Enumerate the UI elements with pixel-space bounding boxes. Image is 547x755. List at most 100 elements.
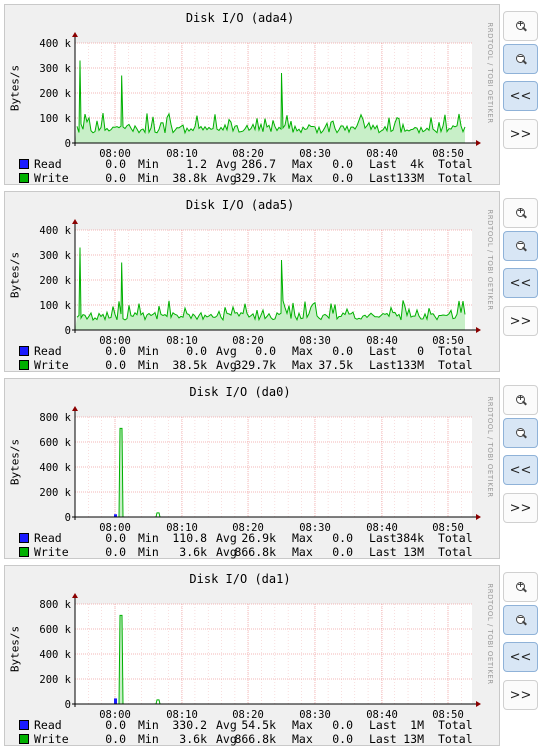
legend-value: 329.7k [234, 171, 276, 185]
legend-value: 1.2 [186, 157, 207, 171]
zoom-in-icon: + [514, 392, 527, 407]
legend-stat-label: Avg [216, 718, 237, 732]
zoom-in-button[interactable]: + [503, 385, 538, 415]
legend-stat-label: Avg [216, 157, 237, 171]
graph-panel: Disk I/O (ada5) Bytes/s RRDTOOL / TOBI OET… [4, 191, 500, 372]
legend-row-write: Write 0.0 Min 3.6k Avg 866.8k Max 0.0 Last 13M Tot… [19, 545, 479, 559]
legend-stat-label: Max [292, 545, 313, 559]
back-button[interactable]: << [503, 268, 538, 298]
legend-stat-label: Min [138, 171, 159, 185]
legend-swatch [19, 720, 29, 730]
legend-stat-label: Last [369, 171, 397, 185]
legend-row-write: Write 0.0 Min 38.5k Avg 329.7k Max 37.5k Last 133… [19, 358, 479, 372]
legend-stat-label: Last [369, 531, 397, 545]
legend-stat-label: Total [438, 344, 473, 358]
legend-value: 384k [396, 531, 424, 545]
write-spike [118, 614, 124, 705]
legend: Read 0.0 Min 1.2 Avg 286.7 Max 0.0 Last 4k Total Wr… [19, 157, 479, 185]
graph-panel: Disk I/O (da1) Bytes/s RRDTOOL / TOBI OETI… [4, 565, 500, 746]
back-label: << [509, 649, 532, 665]
y-tick-label: 400 k [39, 225, 71, 237]
zoom-out-button[interactable]: − [503, 605, 538, 635]
legend-row-write: Write 0.0 Min 3.6k Avg 866.8k Max 0.0 Last 13M Tot… [19, 732, 479, 746]
zoom-out-button[interactable]: − [503, 231, 538, 261]
legend-row-read: Read 0.0 Min 330.2 Avg 54.5k Max 0.0 Last 1M Total [19, 718, 479, 732]
legend-stat-label: Total [438, 157, 473, 171]
zoom-symbol: + [517, 18, 524, 28]
legend-stat-label: Last [369, 732, 397, 746]
zoom-in-button[interactable]: + [503, 198, 538, 228]
legend-row-write: Write 0.0 Min 38.8k Avg 329.7k Max 0.0 Last 133M T… [19, 171, 479, 185]
x-axis-arrow [476, 140, 481, 146]
x-axis-arrow [476, 327, 481, 333]
forward-button[interactable]: >> [503, 119, 538, 149]
legend-value: 286.7 [241, 157, 276, 171]
legend-value: 866.8k [234, 732, 276, 746]
legend-swatch [19, 159, 29, 169]
legend-stat-label: Last [369, 157, 397, 171]
y-axis-arrow [72, 593, 78, 598]
legend-stat-label: Last [369, 545, 397, 559]
zoom-in-button[interactable]: + [503, 572, 538, 602]
forward-button[interactable]: >> [503, 680, 538, 710]
legend-value: 133M [396, 358, 424, 372]
legend-value: 0.0 [105, 344, 126, 358]
legend-series-name: Read [34, 344, 62, 358]
forward-button[interactable]: >> [503, 493, 538, 523]
zoom-symbol: − [517, 612, 524, 622]
legend-value: 3.6k [179, 545, 207, 559]
zoom-out-button[interactable]: − [503, 418, 538, 448]
back-button[interactable]: << [503, 81, 538, 111]
legend-swatch [19, 533, 29, 543]
legend-value: 0.0 [332, 732, 353, 746]
y-tick-label: 400 k [39, 462, 71, 474]
y-tick-label: 300 k [39, 250, 71, 262]
legend-value: 0.0 [332, 157, 353, 171]
y-tick-label: 400 k [39, 38, 71, 50]
forward-button[interactable]: >> [503, 306, 538, 336]
graph-panel: Disk I/O (da0) Bytes/s RRDTOOL / TOBI OETI… [4, 378, 500, 559]
zoom-symbol: + [517, 392, 524, 402]
legend-stat-label: Max [292, 358, 313, 372]
back-button[interactable]: << [503, 455, 538, 485]
legend-value: 0.0 [186, 344, 207, 358]
legend-swatch [19, 173, 29, 183]
legend-stat-label: Last [369, 358, 397, 372]
legend-row-read: Read 0.0 Min 110.8 Avg 26.9k Max 0.0 Last 384k Tot… [19, 531, 479, 545]
legend-value: 0.0 [332, 531, 353, 545]
legend-row-read: Read 0.0 Min 1.2 Avg 286.7 Max 0.0 Last 4k Total [19, 157, 479, 171]
back-button[interactable]: << [503, 642, 538, 672]
legend-series-name: Write [34, 358, 69, 372]
y-tick-label: 0 [65, 138, 71, 150]
legend-value: 133M [396, 171, 424, 185]
legend-stat-label: Total [438, 171, 473, 185]
zoom-out-icon: − [514, 52, 527, 66]
zoom-in-icon: + [514, 18, 527, 33]
legend-value: 0.0 [105, 358, 126, 372]
legend-value: 0.0 [255, 344, 276, 358]
legend-value: 0.0 [332, 718, 353, 732]
zoom-out-button[interactable]: − [503, 44, 538, 74]
legend-stat-label: Max [292, 344, 313, 358]
legend: Read 0.0 Min 0.0 Avg 0.0 Max 0.0 Last 0 Total Write… [19, 344, 479, 372]
zoom-symbol: − [517, 425, 524, 435]
legend-value: 0.0 [332, 545, 353, 559]
zoom-out-icon: − [514, 612, 527, 627]
legend-stat-label: Min [138, 545, 159, 559]
legend-value: 37.5k [318, 358, 353, 372]
legend-value: 0.0 [332, 171, 353, 185]
legend-swatch [19, 547, 29, 557]
graph-panel: Disk I/O (ada4) Bytes/s RRDTOOL / TOBI OET… [4, 4, 500, 185]
legend-stat-label: Min [138, 344, 159, 358]
legend-stat-label: Last [369, 718, 397, 732]
legend-stat-label: Total [438, 531, 473, 545]
read-spike [114, 698, 117, 704]
legend-stat-label: Last [369, 344, 397, 358]
legend-swatch [19, 346, 29, 356]
back-label: << [509, 275, 532, 291]
legend-series-name: Write [34, 732, 69, 746]
legend-value: 0.0 [332, 344, 353, 358]
legend-value: 1M [410, 718, 424, 732]
legend-stat-label: Min [138, 358, 159, 372]
zoom-in-button[interactable]: + [503, 11, 538, 41]
